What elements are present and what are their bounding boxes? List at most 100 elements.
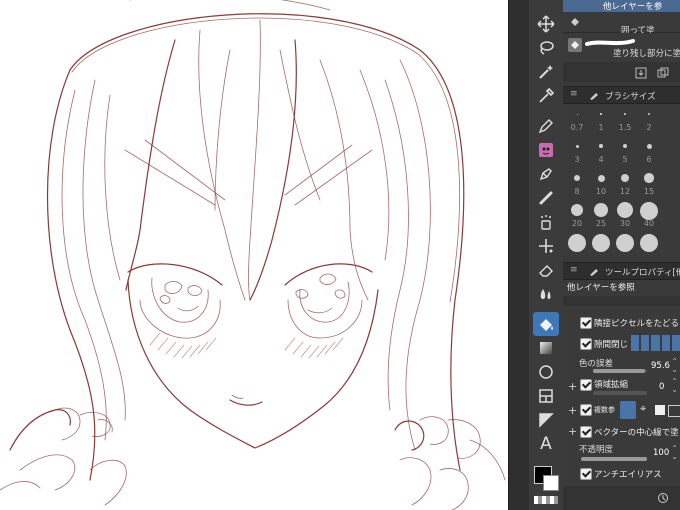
antialias-checkbox[interactable] [580, 468, 592, 480]
color-margin-slider[interactable] [593, 369, 647, 373]
character-avatar-icon[interactable] [533, 138, 559, 162]
vector-center-checkbox[interactable] [580, 426, 592, 438]
lasso-tool-icon[interactable] [533, 36, 559, 60]
brush-size-option[interactable]: 15 [638, 168, 660, 198]
frame-border-icon[interactable] [533, 384, 559, 408]
menu-grip-icon[interactable]: ≡ [570, 89, 578, 99]
brush-size-option[interactable]: 0.7 [566, 104, 588, 134]
figure-ellipse-icon[interactable] [533, 360, 559, 384]
spin-down-icon[interactable]: ⌄ [671, 385, 678, 394]
expand-plus-icon[interactable]: + [568, 425, 577, 438]
multi-reference-row[interactable]: + 複数参 ⌖ [563, 400, 680, 420]
eraser-brush-icon[interactable] [533, 186, 559, 210]
close-gap-row[interactable]: 隙間閉じ [563, 334, 680, 352]
brush-size-option[interactable] [566, 232, 588, 262]
sub-tool-footer [563, 62, 680, 82]
area-scaling-checkbox[interactable] [580, 379, 592, 391]
brush-size-dot [594, 203, 608, 217]
opacity-row[interactable]: 不透明度 100 ⌃ ⌄ [563, 442, 680, 464]
fill-tool-icon[interactable] [533, 312, 559, 336]
brush-size-option[interactable]: 30 [614, 200, 636, 230]
brush-size-dot [616, 234, 634, 252]
brush-size-icon [590, 93, 598, 100]
eraser-icon[interactable] [533, 258, 559, 282]
brush-size-dot [597, 174, 605, 182]
expand-plus-icon[interactable]: + [568, 380, 577, 393]
tool-bar: A [529, 0, 564, 510]
move-tool-icon[interactable] [533, 12, 559, 36]
transparent-color-swatch[interactable] [534, 496, 558, 504]
multi-ref-label: 複数参 [594, 406, 615, 414]
brush-size-option[interactable]: 6 [638, 136, 660, 166]
ref-checked-icon[interactable] [655, 405, 665, 415]
menu-grip-icon[interactable]: ≡ [570, 265, 578, 275]
text-tool-icon[interactable]: A [533, 432, 559, 456]
brush-size-dot [592, 234, 610, 252]
brush-size-dot [599, 144, 603, 148]
tool-property-title: ツールプロパティ[他 [605, 268, 680, 278]
brush-size-option[interactable]: 25 [590, 200, 612, 230]
opacity-slider[interactable] [581, 457, 647, 461]
brush-size-option[interactable] [590, 232, 612, 262]
ref-all-layers-icon[interactable] [620, 401, 636, 419]
brush-size-dot [576, 113, 578, 115]
brush-size-header[interactable]: ≡ ブラシサイズ [563, 86, 680, 104]
close-gap-checkbox[interactable] [580, 338, 592, 350]
brush-size-grid: 0.7 1 1.5 2 3 4 5 6 8 10 12 15 20 25 30 40 [563, 104, 680, 264]
gradient-icon[interactable] [533, 336, 559, 360]
follow-adjacent-row[interactable]: 隣接ピクセルをたどる [563, 314, 680, 330]
ref-layer-icon[interactable]: ⌖ [640, 402, 652, 417]
area-scaling-slider[interactable] [593, 391, 647, 395]
brush-size-option[interactable]: 12 [614, 168, 636, 198]
brush-size-dot [575, 144, 579, 148]
brush-size-option[interactable]: 10 [590, 168, 612, 198]
brush-size-label: 6 [646, 155, 652, 164]
ink-pen-icon[interactable] [533, 162, 559, 186]
vector-center-row[interactable]: + ベクターの中心線で塗り止ま [563, 424, 680, 440]
close-gap-level-selector[interactable] [631, 335, 680, 351]
spin-down-icon[interactable]: ⌄ [671, 452, 678, 461]
brush-size-label: 2 [646, 123, 652, 132]
brush-size-option[interactable]: 20 [566, 200, 588, 230]
tool-property-header[interactable]: ≡ ツールプロパティ[他 [563, 262, 680, 280]
brush-size-option[interactable]: 4 [590, 136, 612, 166]
drawing-canvas[interactable] [0, 0, 508, 510]
sub-tool-row-leftover[interactable]: 塗り残し部分に塗 [563, 33, 680, 59]
brush-size-option[interactable]: 8 [566, 168, 588, 198]
eyedropper-icon[interactable] [533, 84, 559, 108]
spin-down-icon[interactable]: ⌄ [671, 365, 678, 374]
follow-adjacent-checkbox[interactable] [580, 317, 592, 329]
antialias-row[interactable]: アンチエイリアス [563, 466, 680, 482]
brush-size-option[interactable]: 1 [590, 104, 612, 134]
sub-tool-row-enclose[interactable]: 囲って塗 [563, 12, 680, 36]
brush-size-dot [571, 204, 583, 216]
brush-size-option[interactable] [614, 232, 636, 262]
brush-size-option[interactable]: 40 [638, 200, 660, 230]
brush-size-option[interactable]: 3 [566, 136, 588, 166]
brush-size-label: 1 [598, 123, 604, 132]
expand-plus-icon[interactable]: + [568, 404, 577, 417]
pen-tool-icon[interactable] [533, 114, 559, 138]
brush-size-option[interactable] [638, 232, 660, 262]
sub-tool-row-selected[interactable]: 他レイヤーを参 [563, 0, 680, 12]
property-footer [563, 486, 680, 510]
sub-color-swatch[interactable] [543, 475, 559, 491]
brush-size-option[interactable]: 2 [638, 104, 660, 134]
ref-folder-icon[interactable] [668, 405, 680, 417]
blend-drops-icon[interactable] [533, 282, 559, 306]
decoration-sparkle-icon[interactable] [533, 234, 559, 258]
ruler-icon[interactable] [533, 408, 559, 432]
panel-divider[interactable] [508, 0, 530, 510]
download-icon[interactable] [635, 67, 647, 79]
duplicate-icon[interactable] [657, 67, 669, 79]
brush-size-label: 40 [643, 219, 655, 228]
settings-wrench-icon[interactable] [657, 492, 669, 504]
area-scaling-label: 領域拡縮 [594, 380, 629, 390]
area-scaling-row[interactable]: + 領域拡縮 0 ⌃ ⌄ [563, 376, 680, 396]
magic-wand-icon[interactable] [533, 60, 559, 84]
brush-size-option[interactable]: 1.5 [614, 104, 636, 134]
multi-ref-checkbox[interactable] [580, 404, 592, 416]
airbrush-icon[interactable] [533, 210, 559, 234]
color-margin-row[interactable]: 色の誤差 95.6 ⌃ ⌄ [563, 356, 680, 376]
brush-size-option[interactable]: 5 [614, 136, 636, 166]
